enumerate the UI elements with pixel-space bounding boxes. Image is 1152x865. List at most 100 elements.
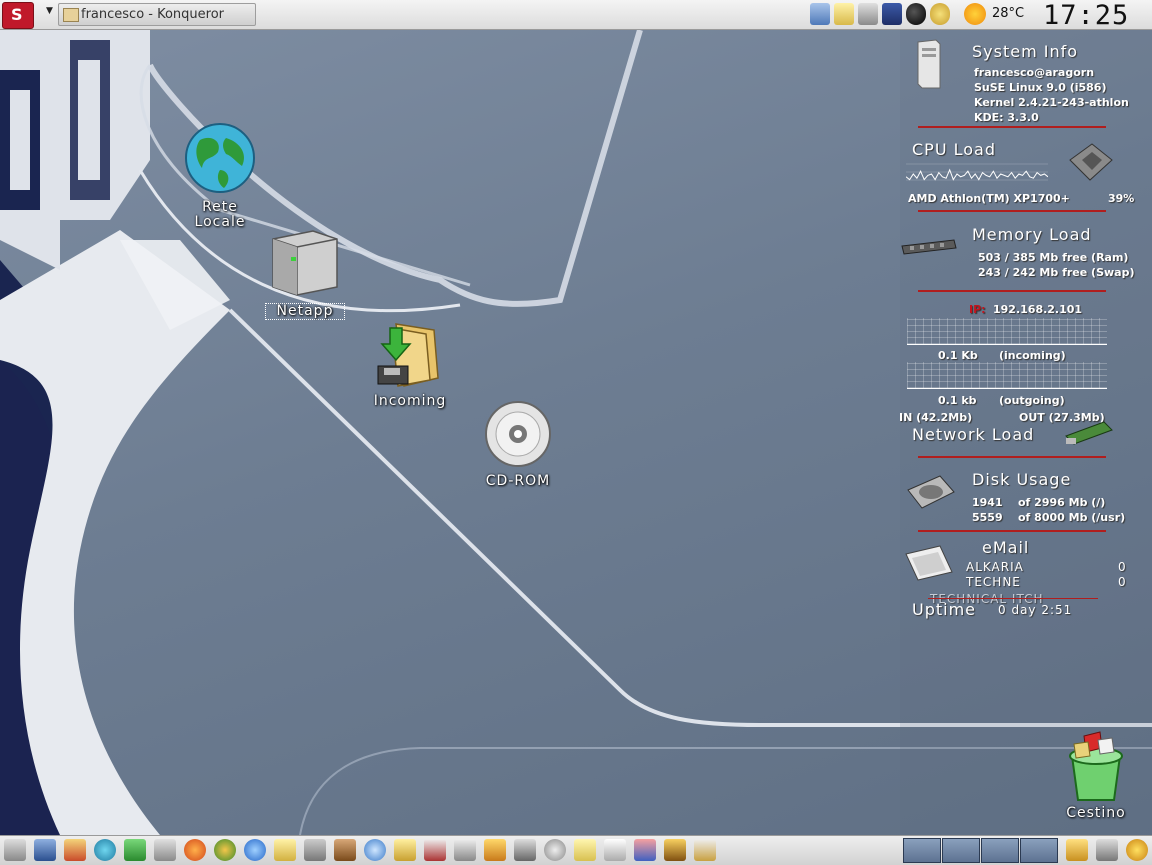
- mail-icon: [905, 545, 953, 581]
- monitor-icon[interactable]: [34, 839, 56, 861]
- uptime-value: 0 day 2:51: [998, 603, 1073, 617]
- email-title: eMail: [982, 538, 1030, 557]
- firefox-icon[interactable]: [184, 839, 206, 861]
- klipper-icon[interactable]: [834, 3, 854, 25]
- icon-label: Cestino: [1066, 805, 1126, 821]
- pager-desktop-3[interactable]: [981, 838, 1019, 863]
- icon-label: Incoming: [373, 393, 447, 409]
- gear-icon[interactable]: [1126, 839, 1148, 861]
- disk-usr-total: of 8000 Mb (/usr): [1018, 511, 1126, 524]
- search-icon[interactable]: [544, 839, 566, 861]
- calendar-icon[interactable]: [574, 839, 596, 861]
- cdrom-icon: [485, 401, 551, 467]
- film-icon[interactable]: [664, 839, 686, 861]
- mozilla-icon[interactable]: [214, 839, 236, 861]
- moon-icon[interactable]: [930, 3, 950, 25]
- desktop-icon-incoming[interactable]: Incoming: [365, 318, 455, 409]
- email-account-count: 0: [1118, 560, 1126, 574]
- cpu-load-graph: [906, 163, 1048, 181]
- k-menu-icon: S: [11, 5, 23, 24]
- internet-explorer-icon[interactable]: [244, 839, 266, 861]
- disk-usr-used: 5559: [972, 511, 1003, 524]
- separator: [918, 126, 1106, 128]
- lock-icon[interactable]: [1066, 839, 1088, 861]
- gimp-icon[interactable]: [334, 839, 356, 861]
- email-account-name[interactable]: TECHNE: [966, 575, 1021, 589]
- icon-label: CD-ROM: [485, 473, 551, 489]
- system-kernel: Kernel 2.4.21-243-athlon: [974, 96, 1129, 109]
- system-kde: KDE: 3.3.0: [974, 111, 1039, 124]
- download-icon[interactable]: [124, 839, 146, 861]
- memory-title: Memory Load: [972, 225, 1092, 244]
- incoming-folder-icon: [377, 323, 439, 387]
- k-menu-button[interactable]: S: [2, 2, 34, 29]
- pager-desktop-1[interactable]: [903, 838, 941, 863]
- server-icon: [272, 230, 338, 296]
- hard-disk-icon: [907, 475, 955, 509]
- show-desktop-icon[interactable]: [4, 839, 26, 861]
- editor-icon[interactable]: [394, 839, 416, 861]
- package-icon[interactable]: [484, 839, 506, 861]
- volume-icon[interactable]: [858, 3, 878, 25]
- system-os: SuSE Linux 9.0 (i586): [974, 81, 1107, 94]
- incoming-label: (incoming): [999, 349, 1066, 362]
- icon-label: Rete: [202, 199, 238, 215]
- messenger-icon[interactable]: [364, 839, 386, 861]
- globe-icon[interactable]: [94, 839, 116, 861]
- system-user: francesco@aragorn: [974, 66, 1095, 79]
- cpu-model: AMD Athlon(TM) XP1700+: [908, 192, 1070, 205]
- spreadsheet-icon[interactable]: [604, 839, 626, 861]
- incoming-traffic-graph: [907, 318, 1107, 345]
- pager-desktop-2[interactable]: [942, 838, 980, 863]
- temperature-readout: 28°C: [992, 6, 1025, 21]
- incoming-value: 0.1 Kb: [938, 349, 978, 362]
- cpu-chip-icon: [1069, 143, 1113, 181]
- chevron-down-icon[interactable]: ▼: [46, 6, 56, 26]
- desktop-pager[interactable]: [903, 838, 1059, 863]
- file-icon[interactable]: [694, 839, 716, 861]
- notes-icon[interactable]: [274, 839, 296, 861]
- outgoing-label: (outgoing): [999, 394, 1065, 407]
- uptime-label: Uptime: [912, 600, 977, 619]
- terminal-icon[interactable]: [514, 839, 536, 861]
- memory-swap: 243 / 242 Mb free (Swap): [978, 266, 1135, 279]
- net-in-total: IN (42.2Mb): [899, 411, 973, 424]
- server-icon[interactable]: [154, 839, 176, 861]
- ip-label: IP:: [969, 303, 986, 316]
- display-icon[interactable]: [882, 3, 902, 25]
- broom-icon[interactable]: [1096, 839, 1118, 861]
- shapes-icon[interactable]: [634, 839, 656, 861]
- desktop-icon-cestino[interactable]: Cestino: [1056, 730, 1136, 821]
- network-title: Network Load: [912, 425, 1035, 444]
- network-card-icon: [1065, 421, 1113, 445]
- separator: [918, 456, 1106, 458]
- taskbar-window-button[interactable]: francesco - Konqueror: [58, 3, 256, 26]
- music-icon[interactable]: [424, 839, 446, 861]
- computer-tower-icon: [917, 39, 941, 89]
- clock[interactable]: 17:25: [1043, 0, 1129, 31]
- cpu-load: 39%: [1108, 192, 1135, 205]
- ram-module-icon: [901, 239, 957, 255]
- trash-icon: [1069, 731, 1123, 801]
- disk-root-used: 1941: [972, 496, 1003, 509]
- pencil-icon[interactable]: [304, 839, 326, 861]
- email-account-name[interactable]: ALKARIA: [966, 560, 1024, 574]
- desktop-icon-rete-locale[interactable]: Rete Locale: [180, 120, 260, 230]
- icon-label: Locale: [194, 214, 246, 230]
- pager-desktop-4[interactable]: [1020, 838, 1058, 863]
- home-icon[interactable]: [64, 839, 86, 861]
- separator: [918, 290, 1106, 292]
- network-monitor-icon[interactable]: [810, 3, 830, 25]
- window-title: francesco - Konqueror: [81, 7, 225, 22]
- system-info-title: System Info: [972, 42, 1079, 61]
- disk-root-total: of 2996 Mb (/): [1018, 496, 1106, 509]
- email-account-count: 0: [1118, 575, 1126, 589]
- outgoing-value: 0.1 kb: [938, 394, 977, 407]
- desktop-icon-cdrom[interactable]: CD-ROM: [475, 400, 561, 489]
- bomb-icon[interactable]: [906, 3, 926, 25]
- desktop-icon-netapp[interactable]: Netapp: [265, 225, 345, 320]
- document-icon[interactable]: [454, 839, 476, 861]
- weather-icon[interactable]: [964, 3, 986, 25]
- globe-icon: [185, 123, 255, 193]
- separator: [918, 530, 1106, 532]
